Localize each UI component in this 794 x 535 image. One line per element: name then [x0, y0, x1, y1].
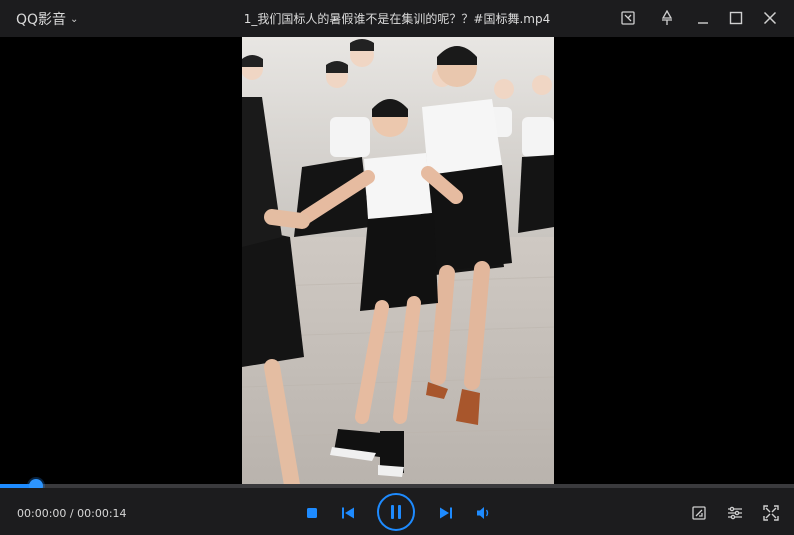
maximize-icon	[729, 11, 743, 25]
screenshot-tool-icon	[692, 506, 706, 520]
volume-icon	[477, 507, 489, 519]
control-bar: 00:00:00 / 00:00:14	[0, 488, 794, 535]
stop-icon	[307, 508, 317, 518]
volume-button[interactable]	[474, 504, 494, 522]
video-stage[interactable]	[0, 37, 794, 485]
next-button[interactable]	[437, 504, 455, 522]
stop-button[interactable]	[304, 505, 320, 521]
close-button[interactable]	[758, 7, 782, 29]
next-icon	[440, 507, 452, 519]
app-name: QQ影音	[16, 12, 67, 28]
pause-icon	[391, 505, 401, 519]
current-time: 00:00:00	[17, 507, 67, 520]
video-frame[interactable]	[242, 37, 554, 485]
minimize-icon	[698, 22, 708, 24]
pin-icon	[661, 10, 673, 25]
time-display: 00:00:00 / 00:00:14	[17, 507, 127, 520]
fullscreen-button[interactable]	[761, 503, 781, 523]
duration: 00:00:14	[77, 507, 127, 520]
settings-sliders-icon	[728, 506, 742, 520]
settings-button[interactable]	[725, 503, 745, 523]
screenshot-icon	[621, 11, 635, 25]
screenshot-button[interactable]	[616, 7, 640, 29]
maximize-button[interactable]	[724, 7, 748, 29]
previous-icon	[342, 507, 354, 519]
previous-button[interactable]	[339, 504, 357, 522]
fullscreen-icon	[763, 505, 779, 521]
pin-button[interactable]	[655, 7, 679, 29]
pause-button[interactable]	[377, 493, 415, 531]
close-icon	[763, 11, 777, 25]
time-separator: /	[69, 507, 74, 520]
minimize-button[interactable]	[691, 7, 715, 29]
screenshot-tool-button[interactable]	[689, 503, 709, 523]
app-menu-button[interactable]: QQ影音 ⌄	[16, 9, 78, 29]
title-bar: QQ影音 ⌄ 1_我们国标人的暑假谁不是在集训的呢？？#国标舞.mp4	[0, 0, 794, 37]
video-frame-image	[242, 37, 554, 485]
chevron-down-icon: ⌄	[70, 13, 79, 25]
